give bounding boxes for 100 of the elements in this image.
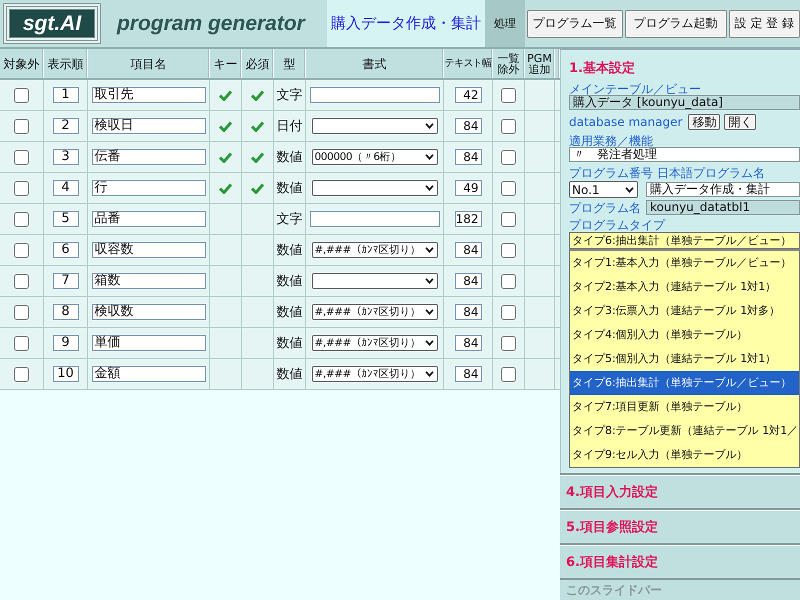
format-select[interactable]	[312, 180, 438, 196]
checkbox[interactable]	[501, 150, 516, 164]
order-field[interactable]: 9	[52, 335, 78, 351]
dropdown-option[interactable]: タイプ3:伝票入力（連結テーブル 1対多）	[570, 299, 799, 323]
checkbox[interactable]	[14, 150, 29, 164]
format-field[interactable]	[310, 87, 440, 103]
format-select[interactable]: #,###（ｶﾝﾏ区切り）	[312, 242, 438, 258]
chevron-icon	[625, 186, 634, 192]
checkbox[interactable]	[501, 212, 516, 226]
format-select[interactable]: 000000（〃6桁）	[312, 149, 438, 165]
text-width-field[interactable]: 84	[454, 149, 482, 165]
checkbox[interactable]	[501, 180, 516, 196]
type-cell: 数値	[274, 328, 306, 358]
order-field[interactable]: 10	[52, 366, 78, 382]
item-name-field[interactable]: 検収数	[92, 304, 206, 320]
section-title[interactable]: 1.基本設定	[569, 61, 800, 77]
item-name-field[interactable]: 単価	[92, 335, 206, 351]
dropdown-option[interactable]: タイプ4:個別入力（単独テーブル）	[570, 323, 799, 347]
app-name: program generator	[116, 10, 307, 36]
text-width-field[interactable]: 84	[454, 273, 482, 289]
dropdown-option[interactable]: タイプ1:基本入力（単独テーブル／ビュー）	[570, 251, 799, 275]
dropdown-option[interactable]: タイプ2:基本入力（連結テーブル 1対1）	[570, 275, 799, 299]
item-name-field[interactable]: 行	[92, 180, 206, 196]
checkbox[interactable]	[501, 118, 516, 134]
japanese-name-field[interactable]: 購入データ作成・集計	[646, 182, 800, 197]
toolbar-button[interactable]: 設 定 登 録	[728, 10, 800, 38]
column-header: 項目名	[88, 49, 210, 78]
chevron-icon	[424, 371, 434, 377]
item-name-field[interactable]: 収容数	[92, 242, 206, 258]
text-width-field[interactable]: 182	[454, 211, 482, 227]
checkbox[interactable]	[14, 88, 29, 102]
type-cell: 数値	[274, 266, 306, 296]
text-width-field[interactable]: 49	[454, 180, 482, 196]
item-name-field[interactable]: 取引先	[92, 87, 206, 103]
item-name-field[interactable]: 箱数	[92, 273, 206, 289]
checkbox[interactable]	[14, 118, 29, 134]
checkbox[interactable]	[14, 212, 29, 226]
checkbox[interactable]	[14, 336, 29, 350]
text-width-field[interactable]: 42	[454, 87, 482, 103]
text-width-field[interactable]: 84	[454, 366, 482, 382]
column-header: 書式	[306, 49, 444, 78]
field-label: プログラム名	[569, 202, 638, 214]
order-field[interactable]: 2	[52, 118, 78, 134]
dropdown-option[interactable]: タイプ5:個別入力（連結テーブル 1対1）	[570, 347, 799, 371]
column-header: 対象外	[0, 49, 44, 78]
text-width-field[interactable]: 84	[454, 118, 482, 134]
checkbox[interactable]	[501, 88, 516, 102]
dropdown-option[interactable]: タイプ6:抽出集計（単独テーブル／ビュー）	[570, 371, 799, 395]
database-button[interactable]: 開く	[724, 114, 756, 130]
checkbox[interactable]	[501, 242, 516, 258]
dropdown-option[interactable]: タイプ8:テーブル更新（連結テーブル 1対1／	[570, 419, 799, 443]
checkbox[interactable]	[14, 242, 29, 258]
dropdown-option[interactable]: タイプ7:項目更新（単独テーブル）	[570, 395, 799, 419]
checkbox[interactable]	[501, 366, 516, 382]
format-select[interactable]: #,###（ｶﾝﾏ区切り）	[312, 366, 438, 382]
main-table-field[interactable]: 購入データ [kounyu_data]	[569, 95, 800, 110]
format-select[interactable]	[312, 273, 438, 289]
text-width-field[interactable]: 84	[454, 242, 482, 258]
item-name-field[interactable]: 検収日	[92, 118, 206, 134]
format-select[interactable]	[312, 118, 438, 134]
order-field[interactable]: 7	[52, 273, 78, 289]
item-name-field[interactable]: 伝番	[92, 149, 206, 165]
checkbox[interactable]	[501, 274, 516, 288]
checkbox[interactable]	[14, 304, 29, 320]
type-cell: 数値	[274, 359, 306, 389]
database-button[interactable]: 移動	[688, 114, 720, 130]
format-select[interactable]: #,###（ｶﾝﾏ区切り）	[312, 335, 438, 351]
item-name-field[interactable]: 品番	[92, 211, 206, 227]
checkbox[interactable]	[14, 366, 29, 382]
order-field[interactable]: 5	[52, 211, 78, 227]
text-width-field[interactable]: 84	[454, 304, 482, 320]
type-cell: 文字	[274, 80, 306, 110]
checkbox[interactable]	[14, 180, 29, 196]
item-name-field[interactable]: 金額	[92, 366, 206, 382]
dropdown-option[interactable]: タイプ9:セル入力（単独テーブル）	[570, 443, 799, 467]
order-field[interactable]: 1	[52, 87, 78, 103]
text-width-field[interactable]: 84	[454, 335, 482, 351]
format-field[interactable]	[310, 211, 440, 227]
order-field[interactable]: 3	[52, 149, 78, 165]
business-field[interactable]: 〃 発注者処理	[569, 147, 800, 162]
program-type-select[interactable]: タイプ6:抽出集計（単独テーブル／ビュー）	[569, 232, 800, 249]
field-label: 日本語プログラム名	[657, 167, 765, 179]
column-header: 一覧除外	[493, 49, 525, 78]
order-field[interactable]: 4	[52, 180, 78, 196]
format-select[interactable]: #,###（ｶﾝﾏ区切り）	[312, 304, 438, 320]
type-cell: 文字	[274, 204, 306, 234]
order-field[interactable]: 8	[52, 304, 78, 320]
type-cell: 数値	[274, 173, 306, 203]
order-field[interactable]: 6	[52, 242, 78, 258]
toolbar-button[interactable]: プログラム一覧	[526, 10, 623, 38]
program-name-field[interactable]: kounyu_datatbl1	[646, 200, 800, 215]
checkbox[interactable]	[501, 336, 516, 350]
chevron-icon	[424, 185, 434, 191]
checkbox[interactable]	[501, 304, 516, 320]
column-header: 必須	[242, 49, 274, 78]
program-number-select[interactable]: No.1	[569, 181, 638, 198]
field-label: プログラムタイプ	[569, 219, 666, 231]
checkbox[interactable]	[14, 274, 29, 288]
chevron-icon	[424, 309, 434, 315]
toolbar-button[interactable]: プログラム起動	[624, 10, 727, 38]
